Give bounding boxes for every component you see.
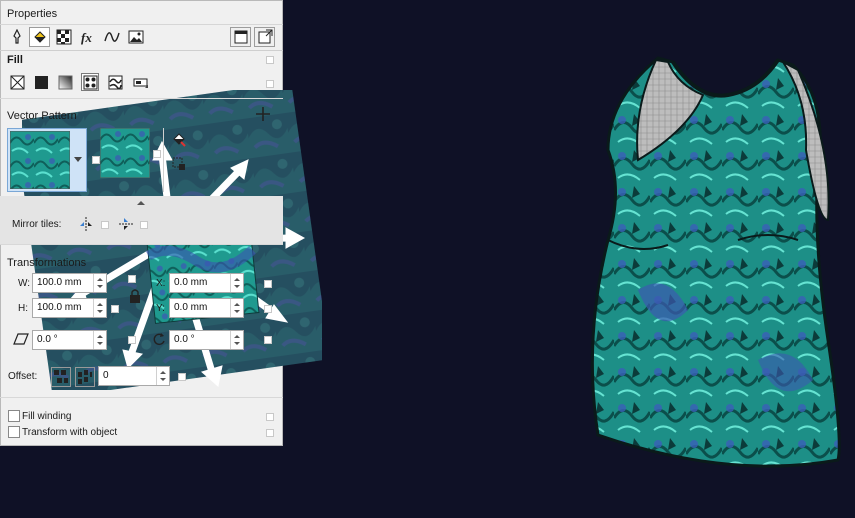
- offset-box[interactable]: [178, 373, 186, 381]
- row-offset-icon[interactable]: [51, 367, 71, 387]
- uniform-fill-icon[interactable]: [32, 73, 50, 91]
- y-spinner[interactable]: [230, 299, 243, 317]
- pattern-picker-box[interactable]: [92, 156, 100, 164]
- texture-fill-icon[interactable]: [106, 73, 124, 91]
- skew-value: 0.0 °: [37, 334, 58, 345]
- effects-tab-icon[interactable]: fx: [77, 27, 98, 47]
- vector-pattern-label: Vector Pattern: [7, 110, 77, 122]
- fill-section-label: Fill: [7, 54, 23, 66]
- height-box[interactable]: [111, 305, 119, 313]
- rotate-value: 0.0 °: [174, 334, 195, 345]
- add-plus-icon[interactable]: [254, 105, 272, 123]
- skew-box[interactable]: [128, 336, 136, 344]
- transform-with-object-box[interactable]: [266, 429, 274, 437]
- y-value: 0.0 mm: [174, 302, 208, 313]
- width-field[interactable]: 100.0 mm: [32, 273, 107, 293]
- rotate-spinner[interactable]: [230, 331, 243, 349]
- panel-options-icon[interactable]: [254, 27, 275, 47]
- fill-winding-box[interactable]: [266, 413, 274, 421]
- pattern-thumb-box[interactable]: [153, 150, 161, 158]
- postscript-fill-icon[interactable]: [131, 73, 149, 91]
- bitmap-tab-icon[interactable]: [125, 27, 146, 47]
- height-label: H:: [18, 303, 28, 314]
- pattern-dropdown-arrow-icon[interactable]: [74, 157, 82, 162]
- fill-winding-label: Fill winding: [22, 411, 72, 422]
- transform-with-object-checkbox[interactable]: [8, 426, 20, 438]
- rotate-field[interactable]: 0.0 °: [169, 330, 244, 350]
- fill-winding-checkbox[interactable]: [8, 410, 20, 422]
- edit-pattern-icon[interactable]: [170, 130, 188, 148]
- fill-tab-icon[interactable]: [29, 27, 50, 47]
- x-spinner[interactable]: [230, 274, 243, 292]
- pattern-thumbnail[interactable]: [99, 127, 151, 179]
- y-label: Y:: [156, 303, 165, 314]
- skew-icon: [12, 330, 30, 348]
- x-label: X:: [156, 278, 166, 289]
- lock-ratio-icon[interactable]: [126, 287, 144, 305]
- collapse-arrow-icon[interactable]: [137, 201, 145, 205]
- tank-top-preview: [578, 40, 855, 513]
- width-label: W:: [18, 278, 31, 289]
- transform-pattern-icon[interactable]: [170, 155, 188, 173]
- y-box[interactable]: [264, 305, 272, 313]
- pattern-swatch-preview: [10, 131, 70, 189]
- x-value: 0.0 mm: [174, 277, 208, 288]
- pattern-picker[interactable]: [7, 128, 87, 192]
- mirror-v-box[interactable]: [140, 221, 148, 229]
- rotate-icon: [150, 330, 168, 348]
- properties-tab-bar: fx: [0, 24, 283, 51]
- offset-spinner[interactable]: [156, 367, 169, 385]
- width-box[interactable]: [128, 275, 136, 283]
- fill-lock-box[interactable]: [266, 56, 274, 64]
- no-fill-icon[interactable]: [8, 73, 26, 91]
- panel-title: Properties: [7, 8, 58, 20]
- mirror-vertical-icon[interactable]: [117, 215, 135, 233]
- width-spinner[interactable]: [93, 274, 106, 292]
- fountain-fill-icon[interactable]: [56, 73, 74, 91]
- skew-spinner[interactable]: [93, 331, 106, 349]
- x-box[interactable]: [264, 280, 272, 288]
- transformations-label: Transformations: [7, 257, 87, 269]
- column-offset-icon[interactable]: [75, 367, 95, 387]
- fill-type-box[interactable]: [266, 80, 274, 88]
- svg-text:fx: fx: [81, 30, 92, 45]
- width-value: 100.0 mm: [37, 277, 82, 288]
- height-field[interactable]: 100.0 mm: [32, 298, 107, 318]
- curve-tab-icon[interactable]: [101, 27, 122, 47]
- mirror-horizontal-icon[interactable]: [77, 215, 95, 233]
- y-field[interactable]: 0.0 mm: [169, 298, 244, 318]
- x-field[interactable]: 0.0 mm: [169, 273, 244, 293]
- offset-field[interactable]: 0: [98, 366, 170, 386]
- vector-pattern-fill-icon[interactable]: [81, 73, 99, 91]
- skew-field[interactable]: 0.0 °: [32, 330, 107, 350]
- offset-value: 0: [103, 370, 109, 381]
- height-value: 100.0 mm: [37, 302, 82, 313]
- transform-with-object-label: Transform with object: [22, 427, 118, 438]
- outline-tab-icon[interactable]: [6, 27, 27, 47]
- height-spinner[interactable]: [93, 299, 106, 317]
- offset-label: Offset:: [8, 371, 38, 382]
- mirror-tiles-label: Mirror tiles:: [12, 219, 62, 230]
- transparency-tab-icon[interactable]: [53, 27, 74, 47]
- mirror-h-box[interactable]: [101, 221, 109, 229]
- window-icon[interactable]: [230, 27, 251, 47]
- rotate-box[interactable]: [264, 336, 272, 344]
